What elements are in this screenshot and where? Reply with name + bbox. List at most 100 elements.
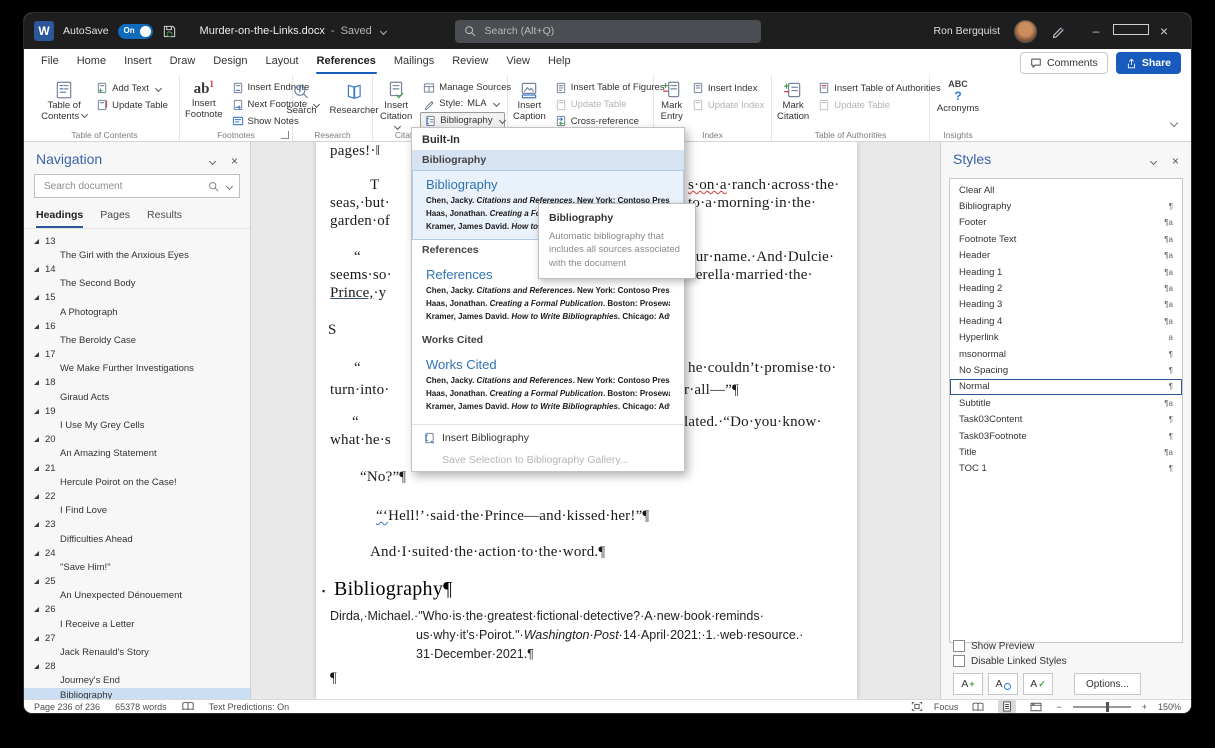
heading-item[interactable]: 15 (24, 291, 250, 305)
close-pane-button[interactable]: × (1172, 155, 1179, 167)
save-icon[interactable] (162, 24, 177, 39)
expand-triangle-icon[interactable] (34, 664, 39, 669)
heading-item[interactable]: An Amazing Statement (24, 447, 250, 461)
table-of-contents-button[interactable]: Table ofContents (38, 78, 90, 129)
close-pane-button[interactable]: × (231, 155, 238, 167)
add-text-button[interactable]: Add Text (93, 80, 171, 96)
text-predictions-status[interactable]: Text Predictions: On (209, 702, 290, 712)
comments-button[interactable]: Comments (1020, 52, 1108, 74)
navigation-tab[interactable]: Pages (100, 206, 130, 228)
read-mode-view-button[interactable] (969, 700, 987, 713)
style-item[interactable]: Task03Content ¶ (950, 411, 1182, 427)
heading-item[interactable]: 25 (24, 575, 250, 589)
style-item[interactable]: No Spacing ¶ (950, 362, 1182, 378)
gallery-item-works-cited[interactable]: Works Cited Chen, Jacky. Citations and R… (412, 350, 684, 420)
autosave-toggle[interactable]: On (118, 24, 153, 39)
heading-item[interactable]: The Beroldy Case (24, 333, 250, 347)
search-ribbon-button[interactable]: Search (281, 78, 321, 129)
heading-item[interactable]: 27 (24, 631, 250, 645)
expand-triangle-icon[interactable] (34, 636, 39, 641)
collapse-ribbon-button[interactable] (1168, 115, 1177, 133)
expand-triangle-icon[interactable] (34, 551, 39, 556)
heading-item[interactable]: 16 (24, 319, 250, 333)
heading-item[interactable]: Jack Renauld's Story (24, 645, 250, 659)
heading-item[interactable]: I Receive a Letter (24, 617, 250, 631)
style-item[interactable]: Bibliography ¶ (950, 198, 1182, 214)
share-button[interactable]: Share (1116, 52, 1181, 74)
search-input[interactable] (483, 24, 752, 38)
ribbon-tab[interactable]: References (308, 49, 385, 75)
heading-item[interactable]: 26 (24, 603, 250, 617)
expand-triangle-icon[interactable] (34, 380, 39, 385)
style-item[interactable]: Normal ¶ (950, 379, 1182, 395)
heading-item[interactable]: 14 (24, 262, 250, 276)
heading-item[interactable]: 18 (24, 376, 250, 390)
ribbon-tab[interactable]: Insert (115, 49, 161, 75)
zoom-out-button[interactable]: − (1056, 702, 1061, 712)
document-title[interactable]: Murder-on-the-Links.docx - Saved (200, 25, 386, 37)
style-item[interactable]: TOC 1 ¶ (950, 461, 1182, 477)
insert-table-of-figures-button[interactable]: Insert Table of Figures (552, 80, 651, 96)
heading-item[interactable]: I Find Love (24, 504, 250, 518)
focus-button[interactable]: Focus (934, 702, 959, 712)
avatar[interactable] (1014, 20, 1037, 43)
mark-citation-button[interactable]: MarkCitation (774, 78, 812, 129)
expand-triangle-icon[interactable] (34, 352, 39, 357)
heading-item[interactable]: 19 (24, 404, 250, 418)
word-app-icon[interactable]: W (34, 21, 54, 41)
style-item[interactable]: Task03Footnote ¶ (950, 428, 1182, 444)
heading-item[interactable]: The Second Body (24, 277, 250, 291)
minimize-button[interactable]: – (1079, 24, 1113, 38)
heading-item[interactable]: 22 (24, 489, 250, 503)
style-item[interactable]: Heading 1 ¶a (950, 264, 1182, 280)
style-item[interactable]: Header ¶a (950, 248, 1182, 264)
heading-item[interactable]: I Use My Grey Cells (24, 418, 250, 432)
ribbon-tab[interactable]: Design (204, 49, 256, 75)
document-search-box[interactable] (34, 174, 240, 198)
document-search-input[interactable] (42, 180, 203, 193)
restore-button[interactable] (1113, 24, 1147, 38)
options-button[interactable]: Options... (1074, 673, 1141, 695)
style-item[interactable]: Heading 3 ¶a (950, 297, 1182, 313)
update-table-button[interactable]: Update Table (93, 97, 171, 113)
expand-triangle-icon[interactable] (34, 522, 39, 527)
word-count[interactable]: 65378 words (115, 702, 167, 712)
ribbon-tab[interactable]: File (32, 49, 68, 75)
style-item[interactable]: msonormal ¶ (950, 346, 1182, 362)
pane-options-chevron-icon[interactable] (209, 157, 216, 164)
heading-item[interactable]: 23 (24, 518, 250, 532)
show-preview-checkbox[interactable]: Show Preview (953, 640, 1179, 652)
heading-item[interactable]: 17 (24, 348, 250, 362)
close-button[interactable]: × (1147, 23, 1181, 39)
ribbon-tab[interactable]: Mailings (385, 49, 443, 75)
heading-item[interactable]: We Make Further Investigations (24, 362, 250, 376)
heading-item[interactable]: "Save Him!" (24, 560, 250, 574)
heading-item[interactable]: Hercule Poirot on the Case! (24, 475, 250, 489)
manage-styles-button[interactable]: A✓ (1023, 673, 1053, 695)
style-item[interactable]: Footnote Text ¶a (950, 231, 1182, 247)
style-item[interactable]: Heading 4 ¶a (950, 313, 1182, 329)
ribbon-tab[interactable]: Layout (257, 49, 308, 75)
disable-linked-styles-checkbox[interactable]: Disable Linked Styles (953, 655, 1179, 667)
expand-triangle-icon[interactable] (34, 607, 39, 612)
expand-triangle-icon[interactable] (34, 466, 39, 471)
heading-item[interactable]: The Girl with the Anxious Eyes (24, 248, 250, 262)
style-item[interactable]: Title ¶a (950, 444, 1182, 460)
heading-item[interactable]: 13 (24, 234, 250, 248)
style-item[interactable]: Subtitle ¶a (950, 395, 1182, 411)
insert-caption-button[interactable]: InsertCaption (510, 78, 549, 129)
search-bar[interactable] (455, 20, 761, 43)
zoom-level[interactable]: 150% (1158, 702, 1181, 712)
heading-item[interactable]: 21 (24, 461, 250, 475)
insert-bibliography-menu-item[interactable]: Insert Bibliography (412, 427, 684, 449)
mark-entry-button[interactable]: MarkEntry (658, 78, 686, 129)
new-style-button[interactable]: A+ (953, 673, 983, 695)
proofing-status-icon[interactable] (182, 701, 194, 712)
heading-item[interactable]: 28 (24, 660, 250, 674)
expand-triangle-icon[interactable] (34, 494, 39, 499)
heading-item[interactable]: Difficulties Ahead (24, 532, 250, 546)
style-item[interactable]: Hyperlink a (950, 330, 1182, 346)
navigation-tab[interactable]: Results (147, 206, 182, 228)
heading-item[interactable]: A Photograph (24, 305, 250, 319)
zoom-in-button[interactable]: + (1142, 702, 1147, 712)
